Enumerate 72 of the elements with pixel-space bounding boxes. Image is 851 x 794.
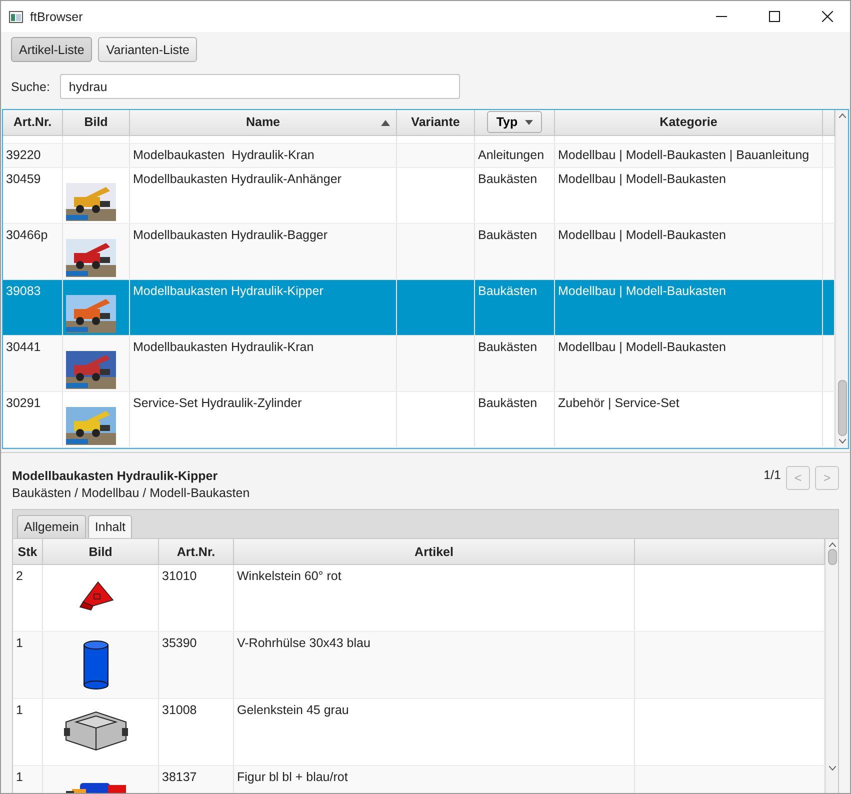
- table-row[interactable]: 39220 Modelbaukasten Hydraulik-Kran Anleitungen Modellbau | Modell-Baukasten | Bauanleitung: [3, 144, 835, 168]
- table-cell: Service-Set Hydraulik-Zylinder: [133, 396, 302, 410]
- table-row[interactable]: 30466p Modellbaukasten Hydraulik-Bagger Baukästen Modellbau | Modell-Baukasten: [3, 224, 835, 280]
- table-cell: 2: [16, 569, 23, 583]
- table-cell: Modellbaukasten Hydraulik-Kran: [133, 340, 314, 354]
- caret-icon: [524, 120, 533, 125]
- table-cell: Modellbau | Modell-Baukasten: [558, 172, 726, 186]
- column-header[interactable]: Art.Nr.: [13, 115, 52, 130]
- table-cell: V-Rohrhülse 30x43 blau: [237, 636, 370, 650]
- page-counter: 1/1: [764, 468, 781, 482]
- table-cell: Modellbaukasten Hydraulik-Bagger: [133, 228, 328, 242]
- breadcrumb: Baukästen / Modellbau / Modell-Baukasten: [12, 486, 250, 500]
- table-cell: 31010: [162, 569, 197, 583]
- maximize-icon: [768, 11, 780, 22]
- scrollbar-thumb[interactable]: [828, 549, 837, 565]
- table-cell: 38137: [162, 770, 197, 784]
- table-cell: 31008: [162, 703, 197, 717]
- column-filter-button[interactable]: Typ: [487, 111, 542, 134]
- table-cell: 1: [16, 703, 23, 717]
- table-cell: Modelbaukasten Hydraulik-Kran: [133, 148, 314, 162]
- table-cell: Modellbau | Modell-Baukasten: [558, 340, 726, 354]
- table-cell: Modellbau | Modell-Baukasten: [558, 284, 726, 298]
- table-cell: Modellbau | Modell-Baukasten: [558, 228, 726, 242]
- table-cell: Figur bl bl + blau/rot: [237, 770, 348, 784]
- table-cell: Zubehör | Service-Set: [558, 396, 680, 410]
- column-header[interactable]: Bild: [84, 115, 108, 130]
- window-title: ftBrowser: [30, 10, 84, 24]
- scroll-up-icon[interactable]: [829, 542, 836, 547]
- table-cell: Modellbau | Modell-Baukasten | Bauanleitung: [558, 148, 810, 162]
- table-cell: 30291: [6, 396, 41, 410]
- table-cell: Winkelstein 60° rot: [237, 569, 342, 583]
- scrollbar[interactable]: [835, 110, 848, 448]
- column-header[interactable]: Kategorie: [660, 115, 718, 130]
- search-label: Suche:: [11, 80, 50, 94]
- table-row[interactable]: 30441 Modellbaukasten Hydraulik-Kran Baukästen Modellbau | Modell-Baukasten: [3, 336, 835, 392]
- scroll-down-icon[interactable]: [829, 766, 836, 771]
- search-field[interactable]: hydrau: [60, 74, 460, 99]
- table-cell: 35390: [162, 636, 197, 650]
- tab[interactable]: Inhalt: [88, 515, 132, 538]
- column-header[interactable]: Stk: [18, 544, 38, 558]
- table-cell: Gelenkstein 45 grau: [237, 703, 349, 717]
- view-toggle-button[interactable]: Artikel-Liste: [11, 37, 92, 62]
- column-header[interactable]: Variante: [411, 115, 460, 130]
- scrollbar-thumb[interactable]: [838, 380, 847, 436]
- column-header[interactable]: Artikel: [414, 544, 454, 558]
- table-cell: Baukästen: [478, 172, 538, 186]
- table-cell: 1: [16, 770, 23, 784]
- view-toggle-button[interactable]: Varianten-Liste: [98, 37, 198, 62]
- table-cell: 39083: [6, 284, 41, 298]
- tab[interactable]: Allgemein: [17, 515, 86, 538]
- table-cell: 1: [16, 636, 23, 650]
- table-cell: Baukästen: [478, 228, 538, 242]
- table-cell: Anleitungen: [478, 148, 544, 162]
- column-header[interactable]: Name: [246, 115, 280, 130]
- app-icon: [9, 10, 23, 22]
- column-header[interactable]: Art.Nr.: [176, 544, 216, 558]
- table-row[interactable]: 30291 Service-Set Hydraulik-Zylinder Baukästen Zubehör | Service-Set: [3, 392, 835, 448]
- scroll-up-icon[interactable]: [839, 113, 846, 118]
- table-cell: Modellbaukasten Hydraulik-Kipper: [133, 284, 324, 298]
- table-cell: Baukästen: [478, 284, 538, 298]
- scrollbar[interactable]: [825, 539, 838, 793]
- column-header[interactable]: Bild: [88, 544, 112, 558]
- scroll-down-icon[interactable]: [839, 439, 846, 444]
- table-cell: Baukästen: [478, 396, 538, 410]
- table-cell: 39220: [6, 148, 41, 162]
- detail-title: Modellbaukasten Hydraulik-Kipper: [12, 469, 219, 483]
- table-cell: 30466p: [6, 228, 48, 242]
- table-cell: 30459: [6, 172, 41, 186]
- close-icon: [822, 11, 832, 22]
- table-cell: 30441: [6, 340, 41, 354]
- table-cell: Modellbaukasten Hydraulik-Anhänger: [133, 172, 342, 186]
- table-cell: Baukästen: [478, 340, 538, 354]
